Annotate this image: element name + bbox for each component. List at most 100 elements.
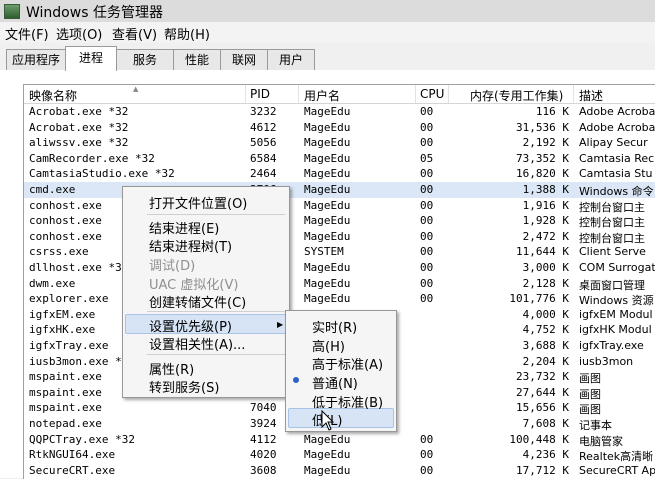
column-divider[interactable] (245, 85, 246, 103)
cell-memory: 1,388 K (522, 183, 569, 196)
table-row[interactable]: CamRecorder.exe *32 6584 MageEdu 05 73,352 K… (24, 151, 655, 167)
cell-image-name: csrss.exe (29, 245, 89, 259)
cell-description: 控制台窗口主 (579, 231, 645, 245)
cell-memory: 7,608 K (522, 417, 569, 430)
cell-user: MageEdu (304, 136, 351, 150)
menu-view[interactable]: 查看(V) (112, 24, 157, 43)
cell-memory: 73,352 K (516, 151, 569, 165)
tab-networking[interactable]: 联网 (220, 49, 268, 70)
cell-cpu: 00 (420, 120, 434, 134)
cell-image-name: conhost.exe (29, 229, 102, 243)
table-row[interactable]: CamtasiaStudio.exe *32 2464 MageEdu 00 16,82… (24, 166, 655, 182)
sort-ascending-icon: ▲ (133, 85, 139, 93)
cell-pid: 5056 (250, 136, 277, 150)
menu-options[interactable]: 选项(O) (56, 24, 102, 43)
cell-description: igfxTray.exe (579, 339, 644, 352)
table-row[interactable]: Acrobat.exe *32 3232 MageEdu 00 116 K Adobe A… (24, 104, 655, 120)
menu-end-process[interactable]: 结束进程(E) (149, 218, 219, 237)
menu-end-process-tree[interactable]: 结束进程树(T) (149, 236, 232, 255)
table-row[interactable]: conhost.exe MageEdu 00 2,472 K 控制台窗口主 (24, 229, 655, 245)
cell-image-name: Acrobat.exe *32 (29, 105, 129, 118)
tab-strip: 应用程序 进程 服务 性能 联网 用户 (0, 44, 655, 71)
window-title: Windows 任务管理器 (26, 5, 163, 21)
cell-image-name: conhost.exe (29, 214, 102, 228)
tab-applications[interactable]: 应用程序 (6, 49, 66, 70)
table-row[interactable]: cmd.exe3706MageEdu001,388 KWindows 命令 (24, 182, 655, 198)
cell-pid: 3232 (250, 105, 277, 118)
table-row[interactable]: conhost.exe MageEdu 00 1,928 K 控制台窗口主 (24, 213, 655, 229)
priority-realtime[interactable]: 实时(R) (312, 317, 357, 336)
menu-properties[interactable]: 属性(R) (149, 359, 194, 378)
column-image-name[interactable]: 映像名称 ▲ (29, 85, 138, 104)
cell-image-name: igfxTray.exe (29, 339, 109, 352)
cell-image-name: RtkNGUI64.exe (29, 448, 116, 462)
table-row[interactable]: dllhost.exe *32 MageEdu 00 3,000 K COM Surro… (24, 260, 655, 276)
menu-help[interactable]: 帮助(H) (164, 24, 210, 43)
menu-set-affinity[interactable]: 设置相关性(A)... (149, 334, 245, 353)
table-row[interactable]: QQPCTray.exe *32 4112 MageEdu 00 100,448 K 电脑… (24, 432, 655, 448)
cell-memory: 3,688 K (522, 339, 569, 352)
cell-user: MageEdu (304, 448, 351, 462)
menu-separator (147, 311, 285, 312)
table-row[interactable]: conhost.exe MageEdu 00 1,916 K 控制台窗口主 (24, 198, 655, 214)
cell-image-name: mspaint.exe (29, 370, 102, 384)
menu-create-dump-file[interactable]: 创建转储文件(C) (149, 292, 246, 311)
cell-pid: 3608 (250, 463, 277, 477)
cell-image-name: aliwssv.exe *32 (29, 136, 129, 150)
table-row[interactable]: csrss.exe SYSTEM 00 11,644 K Client Serve (24, 244, 655, 260)
tab-users[interactable]: 用户 (267, 49, 315, 70)
cell-description: 电脑管家 (579, 434, 623, 448)
table-row[interactable]: Acrobat.exe *32 4612 MageEdu 00 31,536 K Adob… (24, 120, 655, 136)
column-divider[interactable] (415, 85, 416, 103)
cell-user: MageEdu (304, 292, 351, 306)
task-manager-icon (4, 4, 20, 19)
cell-description: Camtasia Stu (579, 167, 653, 181)
cell-pid: 3924 (250, 417, 277, 430)
tab-processes[interactable]: 进程 (65, 46, 117, 71)
cell-image-name: mspaint.exe (29, 385, 102, 399)
cell-description: igfxEM Modul (579, 307, 653, 321)
cell-image-name: cmd.exe (29, 183, 76, 196)
priority-below-normal[interactable]: 低于标准(B) (312, 392, 383, 411)
cell-description: 桌面窗口管理 (579, 278, 645, 292)
menu-set-priority[interactable]: 设置优先级(P) (149, 316, 232, 335)
column-cpu[interactable]: CPU (420, 87, 444, 101)
table-row[interactable]: explorer.exe MageEdu 00 101,776 K Windows 资源 (24, 291, 655, 307)
cell-memory: 31,536 K (516, 120, 569, 134)
column-description[interactable]: 描述 (579, 87, 603, 104)
cell-memory: 11,644 K (516, 245, 569, 259)
priority-high[interactable]: 高(H) (312, 336, 345, 355)
cell-image-name: QQPCTray.exe *32 (29, 432, 135, 446)
menu-debug: 调试(D) (149, 259, 196, 274)
table-row[interactable]: aliwssv.exe *32 5056 MageEdu 00 2,192 K Alipa… (24, 135, 655, 151)
menu-file[interactable]: 文件(F) (5, 24, 49, 43)
table-row[interactable]: SecureCRT.exe 3608 MageEdu 00 17,712 K Secure… (24, 463, 655, 479)
column-user[interactable]: 用户名 (304, 87, 340, 104)
cell-image-name: iusb3mon.exe *32 (29, 354, 135, 368)
cell-pid: 4612 (250, 120, 277, 134)
menu-open-file-location[interactable]: 打开文件位置(O) (149, 193, 247, 212)
cell-image-name: dwm.exe (29, 276, 76, 290)
column-divider[interactable] (448, 85, 449, 103)
priority-above-normal[interactable]: 高于标准(A) (312, 354, 383, 373)
column-divider[interactable] (298, 85, 299, 103)
tab-performance[interactable]: 性能 (173, 49, 221, 70)
tab-services[interactable]: 服务 (116, 49, 174, 70)
menu-go-to-service[interactable]: 转到服务(S) (149, 377, 219, 396)
menu-bar: 文件(F) 选项(O) 查看(V) 帮助(H) (0, 22, 655, 43)
cell-description: Client Serve (579, 245, 646, 259)
cell-user: MageEdu (304, 261, 351, 274)
table-row[interactable]: dwm.exe MageEdu 00 2,128 K 桌面窗口管理 (24, 276, 655, 292)
cell-memory: 4,236 K (522, 448, 569, 462)
cell-memory: 4,752 K (522, 323, 569, 337)
priority-normal[interactable]: 普通(N) (312, 373, 358, 392)
column-divider[interactable] (573, 85, 574, 103)
column-memory[interactable]: 内存(专用工作集) (470, 87, 563, 104)
cell-memory: 2,192 K (522, 136, 569, 150)
cell-user: SYSTEM (304, 245, 344, 259)
cell-memory: 17,712 K (516, 463, 569, 477)
column-pid[interactable]: PID (250, 87, 270, 101)
table-row[interactable]: RtkNGUI64.exe 4020 MageEdu 00 4,236 K Realtek… (24, 447, 655, 463)
cell-user: MageEdu (304, 198, 351, 212)
cell-memory: 27,644 K (516, 385, 569, 399)
